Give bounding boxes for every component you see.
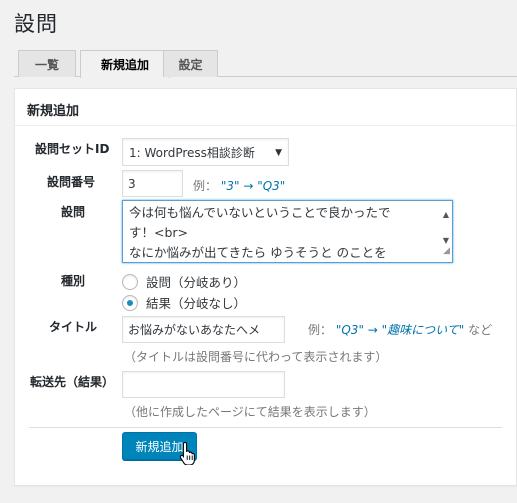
- type-label: 種別: [61, 274, 86, 288]
- tab-settings[interactable]: 設定: [163, 50, 218, 77]
- hand-pointer-icon: [179, 441, 195, 465]
- page-title: 設問: [14, 12, 58, 36]
- tab-bar: 一覧 新規追加 設定: [14, 50, 517, 78]
- question-number-input[interactable]: 3: [122, 170, 183, 197]
- redirect-note: （他に作成したページにて結果を表示します）: [124, 405, 376, 419]
- radio-button-checked[interactable]: [122, 294, 138, 311]
- redirect-label: 転送先（結果）: [30, 375, 115, 389]
- title-hint: 例： "Q3" → "趣味について" など: [308, 323, 493, 337]
- redirect-input[interactable]: [122, 371, 285, 398]
- type-option-result[interactable]: 結果（分岐なし）: [122, 293, 246, 312]
- question-label: 設問: [61, 205, 86, 219]
- title-label: タイトル: [49, 320, 98, 334]
- tab-add-new[interactable]: 新規追加: [80, 50, 170, 78]
- title-note: （タイトルは設問番号に代わって表示されます）: [124, 350, 388, 364]
- question-number-label: 設問番号: [47, 175, 96, 189]
- chevron-down-icon: ▼: [275, 148, 282, 158]
- question-number-hint: 例： "3" → "Q3": [193, 179, 286, 193]
- title-input[interactable]: お悩みがないあなたへメ: [122, 316, 285, 343]
- set-id-selected: 1: WordPress相談診断: [129, 145, 255, 160]
- radio-button[interactable]: [122, 273, 138, 290]
- tab-list[interactable]: 一覧: [18, 50, 76, 77]
- resize-grip-icon[interactable]: ◢: [443, 241, 450, 261]
- panel-divider: [15, 125, 516, 126]
- panel-title: 新規追加: [27, 104, 80, 119]
- question-textarea[interactable]: 今は何も悩んでいないということで良かったで す！<br> なにか悩みが出てきたら…: [122, 200, 453, 263]
- add-new-panel: 新規追加 設問セットID 1: WordPress相談診断 ▼ 設問番号 3 例…: [14, 88, 517, 486]
- scroll-up-icon[interactable]: ▲: [443, 205, 449, 225]
- set-id-label: 設問セットID: [35, 142, 110, 156]
- form-divider: [29, 427, 502, 428]
- type-option-question[interactable]: 設問（分岐あり）: [122, 272, 246, 291]
- set-id-select[interactable]: 1: WordPress相談診断 ▼: [122, 138, 289, 166]
